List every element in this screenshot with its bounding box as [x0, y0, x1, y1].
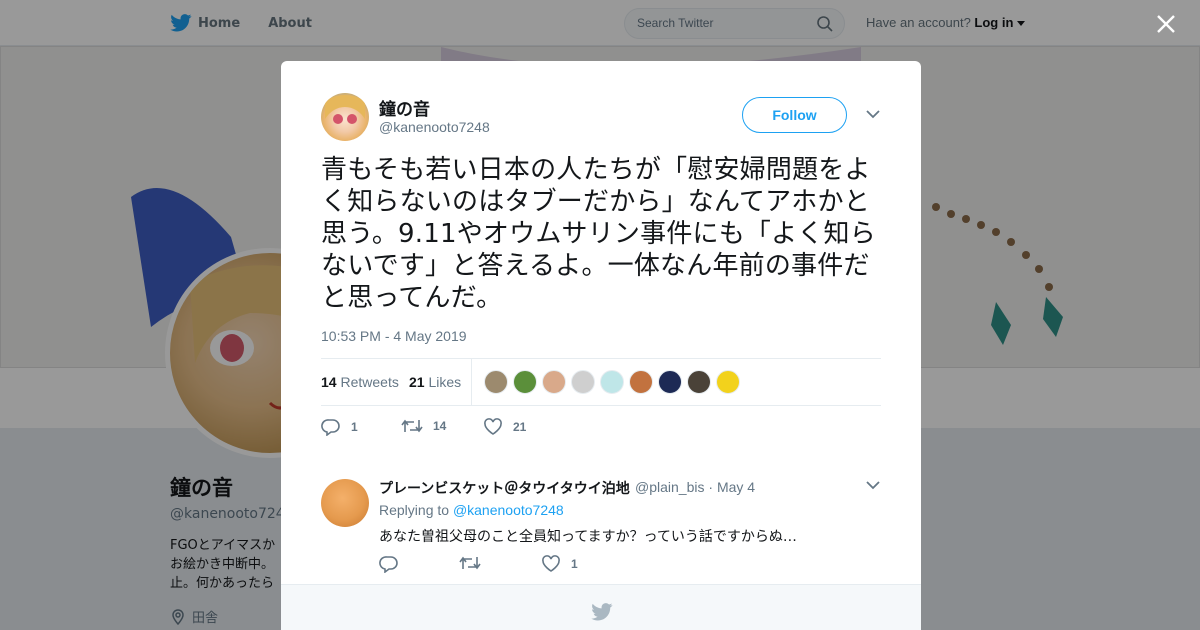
retweet-icon: [459, 556, 481, 570]
tweet-stats: 14 Retweets 21 Likes: [321, 358, 881, 406]
retweet-icon: [401, 419, 423, 433]
retweet-count: 14: [433, 419, 447, 433]
likes-label: Likes: [428, 374, 462, 390]
reply-text: あなた曽祖父母のこと全員知ってますか？っていう話ですからぬ…: [379, 529, 797, 545]
replying-to-label: Replying to: [379, 502, 450, 518]
reply-reply-button[interactable]: [379, 555, 409, 573]
follow-button[interactable]: Follow: [742, 97, 847, 133]
reply-author-name[interactable]: プレーンビスケット＠タウイタウイ泊地: [379, 478, 630, 498]
liker-avatar[interactable]: [716, 370, 740, 394]
likes-stat[interactable]: 21 Likes: [409, 374, 461, 390]
reply-separator: ·: [708, 479, 714, 495]
avatar-illustration: [325, 95, 365, 124]
reply-icon: [321, 419, 340, 436]
tweet-text: 青もそも若い日本の人たちが「慰安婦問題をよく知らないのはタブーだから」なんてアホ…: [321, 155, 876, 313]
twitter-bird-icon: [591, 603, 613, 621]
retweet-button[interactable]: 14: [401, 418, 446, 434]
liker-avatar[interactable]: [687, 370, 711, 394]
author-handle[interactable]: @kanenooto7248: [379, 119, 490, 135]
retweets-label: Retweets: [340, 374, 399, 390]
chevron-down-icon[interactable]: [866, 109, 880, 119]
liker-avatar[interactable]: [658, 370, 682, 394]
reply-like-button[interactable]: 1: [541, 555, 578, 573]
heart-icon: [542, 555, 560, 572]
liker-avatar[interactable]: [629, 370, 653, 394]
liker-avatar[interactable]: [542, 370, 566, 394]
close-icon[interactable]: [1155, 13, 1177, 35]
reply-retweet-button[interactable]: [459, 555, 491, 571]
retweets-count: 14: [321, 374, 337, 390]
tweet-header: 鐘の音 @kanenooto7248 Follow: [321, 93, 881, 141]
heart-icon: [484, 418, 502, 435]
liker-avatar[interactable]: [571, 370, 595, 394]
reply-handle-text: @plain_bis: [635, 479, 705, 495]
tweet-modal: 鐘の音 @kanenooto7248 Follow 青もそも若い日本の人たちが「…: [281, 61, 921, 630]
liker-avatar[interactable]: [484, 370, 508, 394]
reply-count: 1: [351, 420, 358, 434]
stats-divider: [471, 359, 472, 406]
author-name[interactable]: 鐘の音: [379, 95, 430, 120]
reply-author-handle[interactable]: @plain_bis · May 4: [635, 479, 755, 495]
like-button[interactable]: 21: [483, 418, 526, 436]
reply-icon: [379, 556, 398, 573]
reply-like-count: 1: [571, 557, 578, 571]
replying-to-handle[interactable]: @kanenooto7248: [453, 502, 564, 518]
chevron-down-icon[interactable]: [866, 480, 880, 490]
replying-to: Replying to @kanenooto7248: [379, 502, 564, 518]
author-avatar[interactable]: [321, 93, 369, 141]
like-count: 21: [513, 420, 527, 434]
modal-footer: [281, 584, 921, 630]
liker-avatars: [484, 370, 745, 394]
liker-avatar[interactable]: [513, 370, 537, 394]
liker-avatar[interactable]: [600, 370, 624, 394]
reply-date[interactable]: May 4: [717, 479, 755, 495]
reply-tweet[interactable]: プレーンビスケット＠タウイタウイ泊地 @plain_bis · May 4 Re…: [321, 475, 881, 575]
reply-author-avatar[interactable]: [321, 479, 369, 527]
tweet-timestamp[interactable]: 10:53 PM - 4 May 2019: [321, 328, 467, 344]
likes-count: 21: [409, 374, 425, 390]
reply-button[interactable]: 1: [321, 418, 358, 436]
retweets-stat[interactable]: 14 Retweets: [321, 374, 399, 390]
